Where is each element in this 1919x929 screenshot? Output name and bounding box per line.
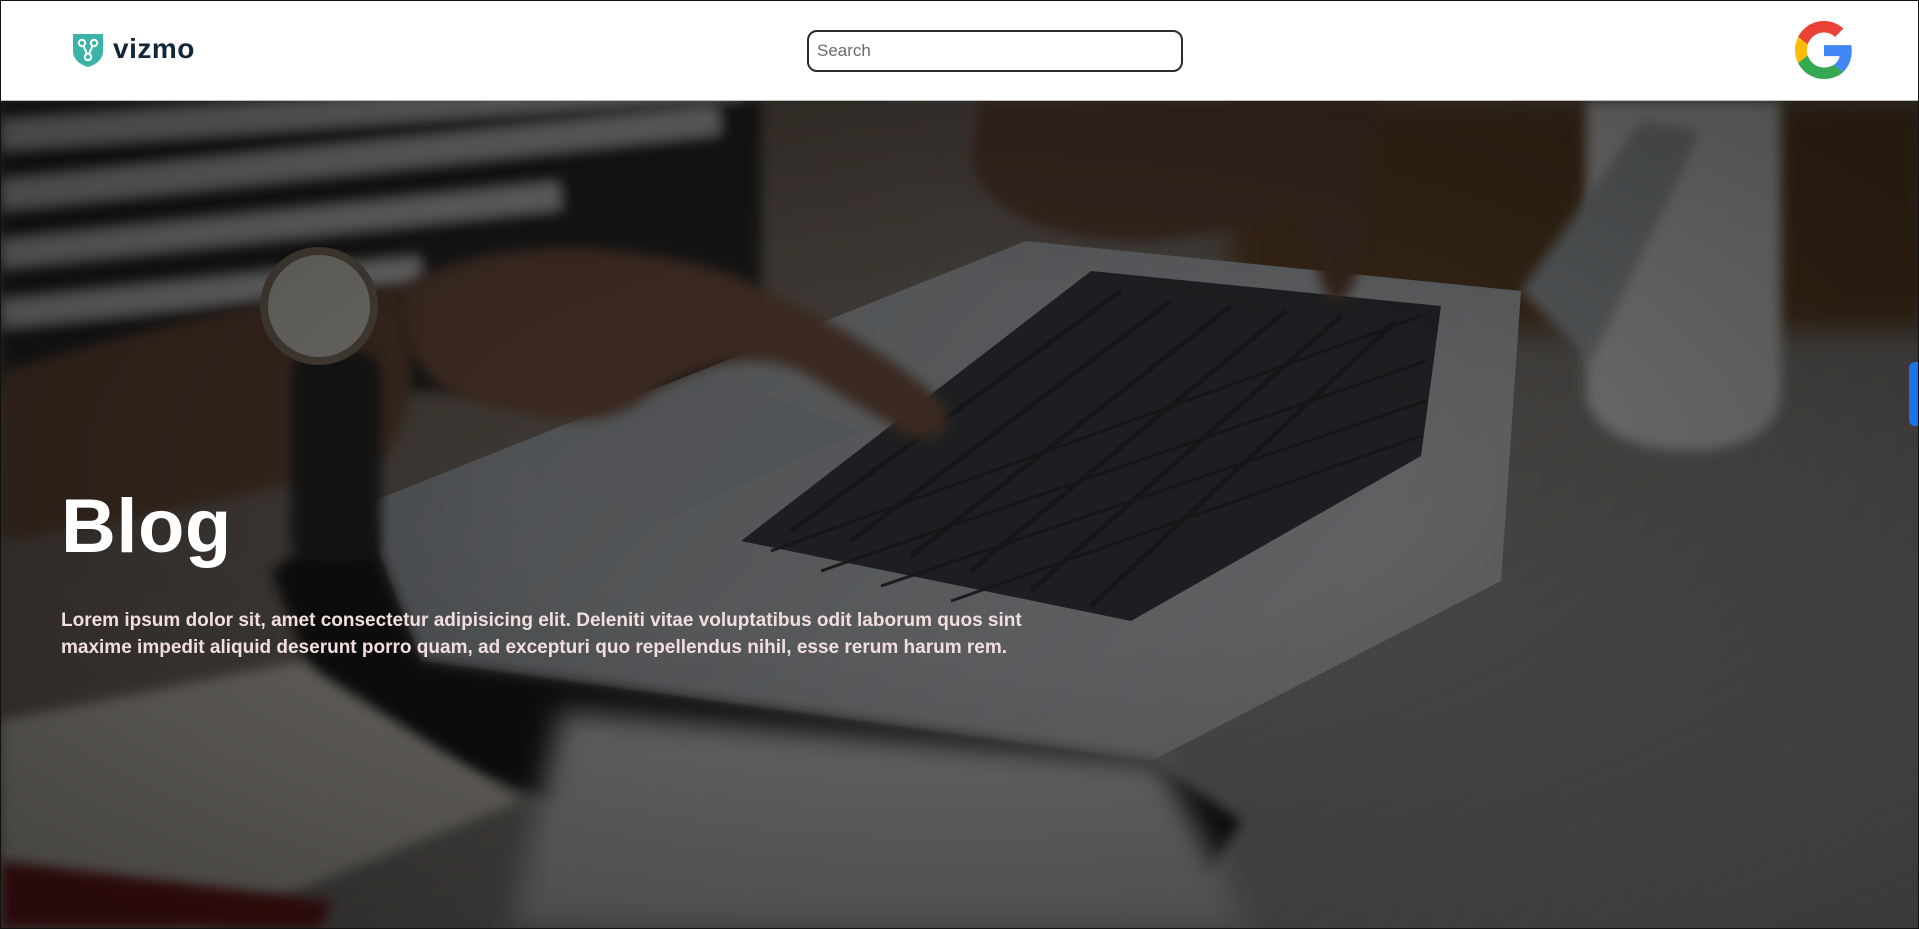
side-feedback-tab[interactable] (1909, 362, 1918, 426)
google-g-icon[interactable] (1795, 21, 1853, 79)
brand-name: vizmo (113, 33, 195, 64)
vizmo-shield-icon (73, 34, 103, 67)
hero-description: Lorem ipsum dolor sit, amet consectetur … (61, 610, 1022, 658)
brand-logo[interactable]: vizmo (69, 31, 195, 69)
top-navbar: vizmo (1, 1, 1918, 101)
page: vizmo Search Blog Lorem ipsum dolor sit,… (0, 0, 1919, 929)
page-title: Blog (61, 484, 232, 569)
search-input[interactable] (807, 30, 1183, 72)
hero-banner: Blog Lorem ipsum dolor sit, amet consect… (1, 101, 1918, 928)
hero-background-image (1, 101, 1918, 928)
